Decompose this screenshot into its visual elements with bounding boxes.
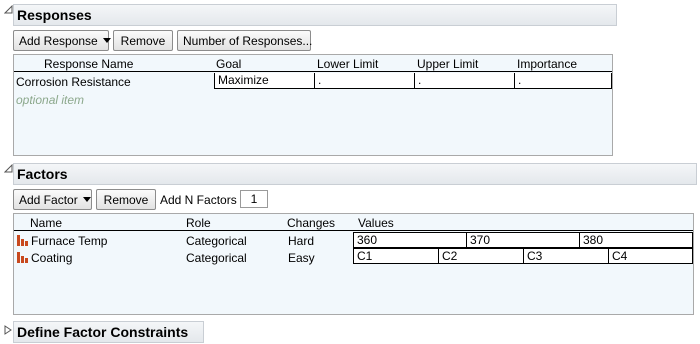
response-lower-limit[interactable]: . [314,73,415,89]
responses-disclosure-icon[interactable] [3,4,13,14]
remove-factor-button[interactable]: Remove [96,189,156,210]
factors-disclosure-icon[interactable] [3,163,13,173]
categorical-factor-icon [17,252,28,263]
dropdown-arrow-icon [82,197,91,202]
remove-response-button[interactable]: Remove [113,30,173,51]
categorical-factor-icon [17,235,28,246]
factor-value[interactable]: C4 [608,248,693,264]
col-lower-limit: Lower Limit [317,57,379,71]
factor-changes[interactable]: Easy [288,251,315,266]
factor-value[interactable]: 380 [579,232,693,248]
col-role: Role [186,216,211,230]
factor-changes[interactable]: Hard [288,234,314,249]
factors-title: Factors [17,166,68,182]
add-factor-label: Add Factor [19,192,78,207]
factor-name[interactable]: Coating [31,251,72,266]
col-importance: Importance [517,57,578,71]
dropdown-arrow-icon [102,38,111,43]
response-upper-limit[interactable]: . [414,73,515,89]
response-name[interactable]: Corrosion Resistance [16,75,131,90]
factor-name[interactable]: Furnace Temp [31,234,107,249]
add-factor-button[interactable]: Add Factor [13,189,92,210]
col-response-name: Response Name [44,57,134,71]
response-goal[interactable]: Maximize [214,73,315,89]
constraints-disclosure-icon[interactable] [3,325,13,335]
col-values: Values [358,216,394,230]
optional-item[interactable]: optional item [16,93,84,108]
col-changes: Changes [287,216,336,230]
constraints-title: Define Factor Constraints [17,324,189,340]
number-of-responses-button[interactable]: Number of Responses... [177,30,312,51]
factor-value[interactable]: 370 [466,232,580,248]
add-n-factors-label: Add N Factors [160,193,237,207]
factor-value[interactable]: C2 [438,248,524,264]
responses-title: Responses [17,7,92,23]
responses-header[interactable]: Responses [13,4,617,26]
constraints-header[interactable]: Define Factor Constraints [13,321,204,343]
add-n-factors-input[interactable]: 1 [240,190,268,208]
factor-role: Categorical [186,234,247,248]
factor-value[interactable]: C3 [523,248,609,264]
factors-header[interactable]: Factors [13,163,697,185]
factor-value[interactable]: 360 [353,232,467,248]
factor-value[interactable]: C1 [353,248,439,264]
factor-role: Categorical [186,251,247,265]
col-goal: Goal [216,57,242,71]
col-upper-limit: Upper Limit [417,57,479,71]
add-response-label: Add Response [19,33,98,48]
col-name: Name [30,216,63,230]
add-response-button[interactable]: Add Response [13,30,111,51]
response-importance[interactable]: . [514,73,612,89]
